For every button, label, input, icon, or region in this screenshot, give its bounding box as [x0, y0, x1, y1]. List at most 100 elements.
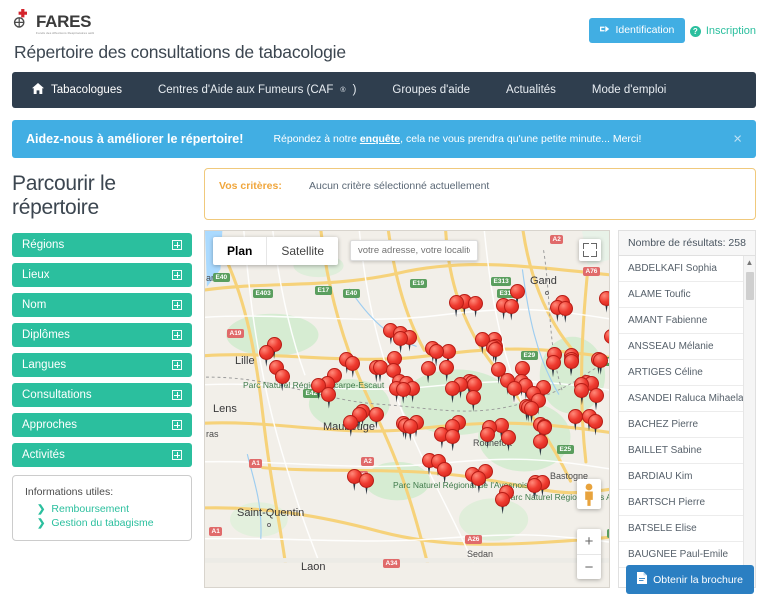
- list-item[interactable]: ARTIGES Céline: [619, 360, 755, 386]
- obtenir-la-brochure-button[interactable]: Obtenir la brochure: [626, 565, 754, 594]
- zoom-in-button[interactable]: +: [577, 529, 601, 554]
- map-marker[interactable]: [503, 298, 519, 321]
- list-item[interactable]: BAILLET Sabine: [619, 438, 755, 464]
- fullscreen-icon[interactable]: [579, 239, 601, 261]
- nav-item-actualites[interactable]: Actualités: [488, 72, 574, 108]
- list-item[interactable]: BATSELE Elise: [619, 516, 755, 542]
- map-marker[interactable]: [545, 355, 561, 378]
- map-marker[interactable]: [445, 381, 460, 404]
- nav-item-groupes-daide[interactable]: Groupes d'aide: [374, 72, 488, 108]
- list-item[interactable]: ABDELKAFI Sophia: [619, 256, 755, 282]
- nav-item-tabacologues[interactable]: Tabacologues: [18, 72, 140, 108]
- street-view-pegman-icon[interactable]: [577, 479, 601, 509]
- browse-title: Parcourir le répertoire: [12, 172, 116, 219]
- nav-item-caf[interactable]: Centres d'Aide aux Fumeurs (CAF ®): [140, 72, 374, 108]
- map-marker[interactable]: [588, 413, 603, 436]
- alert-headline: Aidez-nous à améliorer le répertoire!: [26, 132, 244, 146]
- map-marker[interactable]: [480, 426, 496, 449]
- map-marker[interactable]: [465, 389, 481, 412]
- filter-diplomes[interactable]: Diplômes: [12, 323, 192, 348]
- map-marker[interactable]: [574, 383, 590, 405]
- filter-lieux[interactable]: Lieux: [12, 263, 192, 288]
- map-marker[interactable]: [345, 355, 361, 378]
- plus-square-icon: [172, 390, 182, 401]
- map-marker[interactable]: [609, 294, 610, 316]
- map-marker[interactable]: [603, 328, 609, 351]
- filter-langues[interactable]: Langues: [12, 353, 192, 378]
- chevron-right-icon: ❯: [37, 503, 46, 515]
- plus-square-icon: [172, 270, 182, 281]
- map-marker[interactable]: [471, 471, 487, 494]
- map-and-results: Gand Lille Lens Maubeuge Rochefort Basto…: [204, 230, 756, 588]
- list-item[interactable]: AMANT Fabienne: [619, 308, 755, 334]
- list-item[interactable]: ALAME Toufic: [619, 282, 755, 308]
- map-marker[interactable]: [557, 300, 573, 323]
- close-icon[interactable]: ×: [733, 132, 742, 147]
- nav-item-mode-demploi[interactable]: Mode d'emploi: [574, 72, 684, 108]
- map-label-lens: Lens: [213, 403, 237, 415]
- map-marker[interactable]: [343, 414, 359, 437]
- identification-button[interactable]: Identification: [589, 17, 686, 43]
- road-shield: E313: [491, 277, 512, 286]
- map-search-input[interactable]: [350, 240, 478, 261]
- results-list[interactable]: ABDELKAFI Sophia ALAME Toufic AMANT Fabi…: [618, 256, 756, 588]
- filter-nom[interactable]: Nom: [12, 293, 192, 318]
- header-actions: Identification ? Inscription: [589, 14, 756, 43]
- map-marker[interactable]: [395, 381, 411, 404]
- identification-label: Identification: [615, 24, 675, 36]
- map-type-satellite[interactable]: Satellite: [267, 237, 338, 265]
- map-zoom-controls: + −: [577, 529, 601, 579]
- filter-label: Consultations: [22, 389, 92, 402]
- map-marker[interactable]: [368, 406, 384, 429]
- info-link-remboursement[interactable]: ❯ Remboursement: [25, 502, 179, 516]
- map-marker[interactable]: [567, 408, 583, 431]
- scrollbar-thumb[interactable]: [746, 272, 754, 300]
- info-link-gestion-tabagisme[interactable]: ❯ Gestion du tabagisme: [25, 516, 179, 530]
- filter-label: Activités: [22, 449, 65, 462]
- nav-label: Mode d'emploi: [591, 84, 667, 96]
- map-marker[interactable]: [359, 472, 374, 495]
- list-item[interactable]: BARDIAU Kim: [619, 464, 755, 490]
- list-item[interactable]: BARTSCH Pierre: [619, 490, 755, 516]
- criteria-value: Aucun critère sélectionné actuellement: [309, 180, 490, 192]
- map-marker[interactable]: [563, 354, 579, 377]
- map-marker[interactable]: [420, 361, 436, 384]
- plus-square-icon: [172, 300, 182, 311]
- plus-square-icon: [172, 450, 182, 461]
- map-marker[interactable]: [593, 352, 609, 375]
- map-marker[interactable]: [532, 433, 548, 456]
- filter-regions[interactable]: Régions: [12, 233, 192, 258]
- road-shield: A34: [383, 559, 400, 568]
- map-marker[interactable]: [439, 360, 455, 382]
- map-marker[interactable]: [445, 429, 461, 452]
- zoom-out-button[interactable]: −: [577, 554, 601, 579]
- map-marker[interactable]: [437, 461, 453, 484]
- filter-activites[interactable]: Activités: [12, 443, 192, 468]
- browse-sidebar: Parcourir le répertoire Régions Lieux No…: [12, 168, 192, 588]
- map-marker[interactable]: [588, 388, 604, 411]
- filter-label: Langues: [22, 359, 67, 372]
- inscription-link[interactable]: ? Inscription: [689, 25, 756, 37]
- map-marker[interactable]: [321, 386, 337, 409]
- map-marker[interactable]: [526, 477, 542, 500]
- chevron-up-icon[interactable]: ▲: [746, 256, 754, 269]
- survey-link[interactable]: enquête: [360, 133, 400, 145]
- filter-approches[interactable]: Approches: [12, 413, 192, 438]
- map-marker[interactable]: [274, 369, 290, 392]
- list-item[interactable]: ANSSEAU Mélanie: [619, 334, 755, 360]
- map-label-sedan: Sedan: [467, 549, 494, 559]
- map-marker[interactable]: [402, 419, 418, 442]
- nav-label: Actualités: [506, 84, 556, 96]
- results-map[interactable]: Gand Lille Lens Maubeuge Rochefort Basto…: [204, 230, 610, 588]
- map-marker[interactable]: [448, 295, 464, 318]
- map-label-ras: ras: [206, 429, 219, 439]
- results-scrollbar[interactable]: ▲ ▼: [743, 256, 755, 587]
- list-item[interactable]: ASANDEI Raluca Mihaela: [619, 386, 755, 412]
- map-marker[interactable]: [495, 492, 511, 515]
- map-type-plan[interactable]: Plan: [213, 237, 268, 265]
- filter-consultations[interactable]: Consultations: [12, 383, 192, 408]
- map-marker[interactable]: [468, 295, 484, 318]
- inscription-label: Inscription: [705, 25, 756, 37]
- list-item[interactable]: BACHEZ Pierre: [619, 412, 755, 438]
- map-marker[interactable]: [501, 429, 516, 452]
